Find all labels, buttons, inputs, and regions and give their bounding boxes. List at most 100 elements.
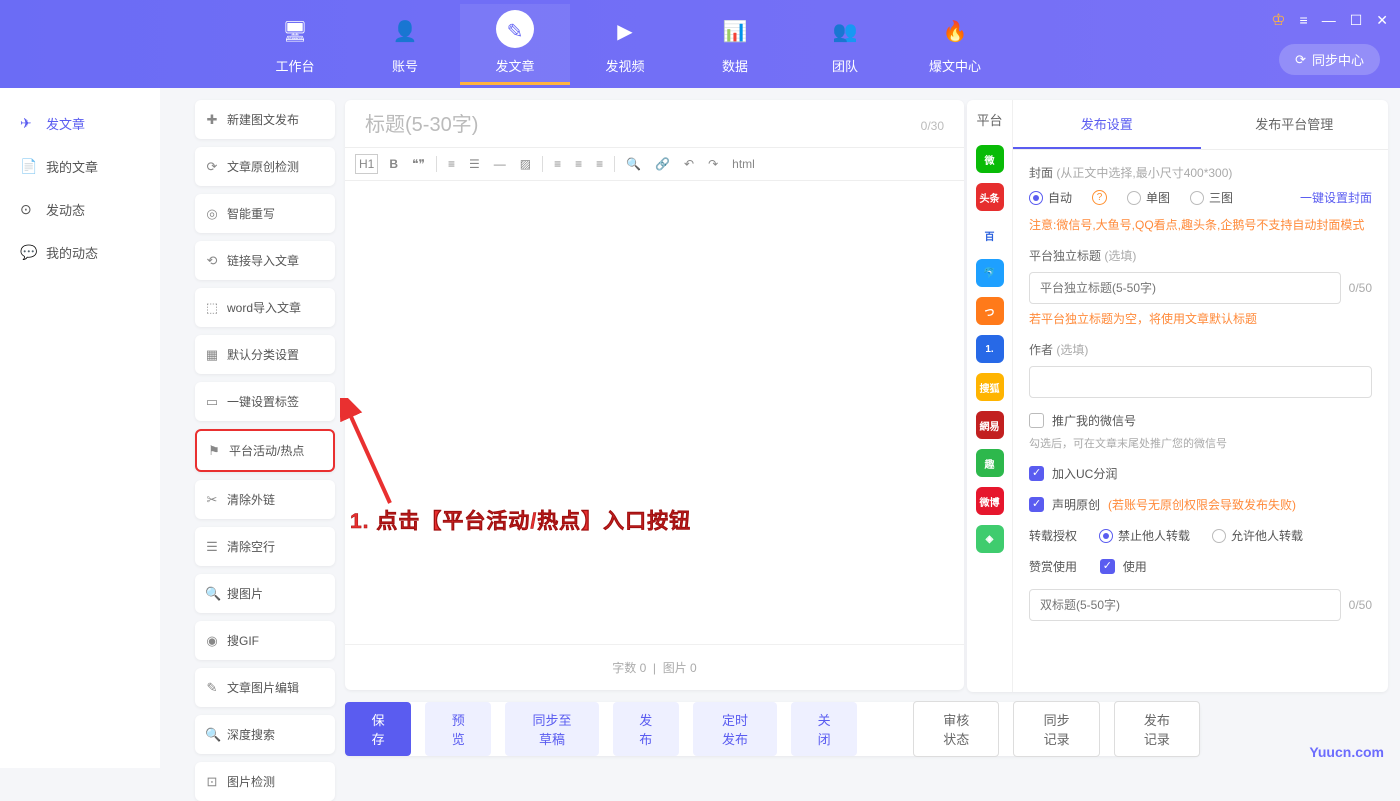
hr-button[interactable]: — [491,155,509,173]
platform-2[interactable]: 百 [976,221,1004,249]
platform-10[interactable]: ◈ [976,525,1004,553]
nav-0[interactable]: 🖥工作台 [240,4,350,85]
nav-3[interactable]: ▶发视频 [570,4,680,85]
maximize-icon[interactable]: ☐ [1350,12,1363,29]
tool-5[interactable]: ▦默认分类设置 [195,335,335,374]
editor-toolbar: H1 B ❝❞ ≡ ☰ — ▨ ≡ ≡ ≡ 🔍 🔗 ↶ ↷ html [345,147,964,181]
publish-log-button[interactable]: 发布记录 [1114,701,1200,757]
search-button[interactable]: 🔍 [623,155,644,173]
sidebar-item-3[interactable]: 💬我的动态 [0,231,160,274]
link-button[interactable]: 🔗 [652,155,673,173]
cover-single-radio[interactable]: 单图 [1127,189,1170,206]
tool-icon: ◎ [205,206,219,222]
tool-label: 搜图片 [227,585,263,602]
sync-center-button[interactable]: ⟳ 同步中心 [1279,44,1380,75]
platform-3[interactable]: 🐬 [976,259,1004,287]
undo-button[interactable]: ↶ [681,155,697,173]
tool-icon: ⊡ [205,774,219,790]
tools-column: ✚新建图文发布 ⟳文章原创检测 ◎智能重写 ⟲链接导入文章 ⬚word导入文章 ▦默认分类… [195,100,335,801]
tool-6[interactable]: ▭一键设置标签 [195,382,335,421]
align-left-button[interactable]: ≡ [551,155,564,173]
platform-4[interactable]: つ [976,297,1004,325]
sidebar-item-0[interactable]: ✈发文章 [0,102,160,145]
platform-heading: 平台 [976,110,1002,135]
nav-1[interactable]: 👤账号 [350,4,460,85]
publish-button[interactable]: 发布 [613,702,679,756]
sidebar-item-1[interactable]: 📄我的文章 [0,145,160,188]
set-cover-link[interactable]: 一键设置封面 [1300,189,1372,206]
tool-12[interactable]: ✎文章图片编辑 [195,668,335,707]
platform-1[interactable]: 头条 [976,183,1004,211]
platform-list: 平台 微头条百 🐬 つ 1. 搜狐網易趣微博 ◈ [967,100,1013,692]
watermark: Yuucn.com [1309,744,1384,760]
tool-0[interactable]: ✚新建图文发布 [195,100,335,139]
ul-button[interactable]: ☰ [466,155,483,173]
menu-icon[interactable]: ≡ [1300,12,1308,28]
tool-4[interactable]: ⬚word导入文章 [195,288,335,327]
cover-triple-radio[interactable]: 三图 [1190,189,1233,206]
ol-button[interactable]: ≡ [445,155,458,173]
nav-2[interactable]: ✎发文章 [460,4,570,85]
close-button[interactable]: 关闭 [791,702,857,756]
tool-9[interactable]: ☰清除空行 [195,527,335,566]
tool-1[interactable]: ⟳文章原创检测 [195,147,335,186]
nav-6[interactable]: 🔥爆文中心 [900,4,1010,85]
tool-2[interactable]: ◎智能重写 [195,194,335,233]
title-input[interactable] [365,114,921,137]
quote-button[interactable]: ❝❞ [409,155,428,173]
platform-9[interactable]: 微博 [976,487,1004,515]
tool-11[interactable]: ◉搜GIF [195,621,335,660]
platform-title-input[interactable] [1029,272,1341,304]
help-icon[interactable]: ? [1092,190,1107,205]
nav-4[interactable]: 📊数据 [680,4,790,85]
review-status-button[interactable]: 审核状态 [913,701,999,757]
platform-5[interactable]: 1. [976,335,1004,363]
save-button[interactable]: 保存 [345,702,411,756]
tool-label: 清除空行 [227,538,275,555]
original-checkbox[interactable] [1029,497,1044,512]
tool-icon: ⟳ [205,159,219,175]
right-panel: 平台 微头条百🐬つ1.搜狐網易趣微博◈ 发布设置发布平台管理 封面 (从正文中选… [967,100,1388,692]
sync-draft-button[interactable]: 同步至草稿 [505,702,598,756]
nav-icon: 📊 [721,18,749,46]
platform-8[interactable]: 趣 [976,449,1004,477]
align-right-button[interactable]: ≡ [593,155,606,173]
tool-13[interactable]: 🔍深度搜索 [195,715,335,754]
repost-allow-radio[interactable]: 允许他人转载 [1212,527,1303,544]
image-button[interactable]: ▨ [517,155,534,173]
nav-icon: 👤 [391,18,419,46]
wechat-promote-checkbox[interactable] [1029,413,1044,428]
settings-tab-0[interactable]: 发布设置 [1013,100,1201,149]
minimize-icon[interactable]: — [1322,12,1336,28]
html-button[interactable]: html [729,155,758,173]
h1-button[interactable]: H1 [355,154,378,174]
cover-auto-radio[interactable]: 自动 [1029,189,1072,206]
nav-5[interactable]: 👥团队 [790,4,900,85]
align-center-button[interactable]: ≡ [572,155,585,173]
tool-label: 平台活动/热点 [229,442,304,459]
repost-deny-radio[interactable]: 禁止他人转载 [1099,527,1190,544]
double-title-input[interactable] [1029,589,1341,621]
preview-button[interactable]: 预览 [425,702,491,756]
author-input[interactable] [1029,366,1372,398]
platform-7[interactable]: 網易 [976,411,1004,439]
redo-button[interactable]: ↷ [705,155,721,173]
uc-checkbox[interactable] [1029,466,1044,481]
settings-tab-1[interactable]: 发布平台管理 [1201,100,1389,149]
platform-6[interactable]: 搜狐 [976,373,1004,401]
tool-7[interactable]: ⚑平台活动/热点 [195,429,335,472]
sync-log-button[interactable]: 同步记录 [1013,701,1099,757]
nav-label: 工作台 [275,56,314,75]
top-navbar: 🖥工作台👤账号✎发文章▶发视频📊数据👥团队🔥爆文中心 ♔ ≡ — ☐ ✕ ⟳ 同… [0,0,1400,88]
scheduled-button[interactable]: 定时发布 [693,702,777,756]
close-icon[interactable]: ✕ [1376,12,1388,29]
tool-3[interactable]: ⟲链接导入文章 [195,241,335,280]
bold-button[interactable]: B [386,155,401,173]
tool-8[interactable]: ✂清除外链 [195,480,335,519]
reward-checkbox[interactable] [1100,559,1115,574]
tool-icon: ✚ [205,112,219,128]
platform-0[interactable]: 微 [976,145,1004,173]
sidebar-item-2[interactable]: ⊙发动态 [0,188,160,231]
editor-body[interactable] [345,181,964,644]
tool-10[interactable]: 🔍搜图片 [195,574,335,613]
